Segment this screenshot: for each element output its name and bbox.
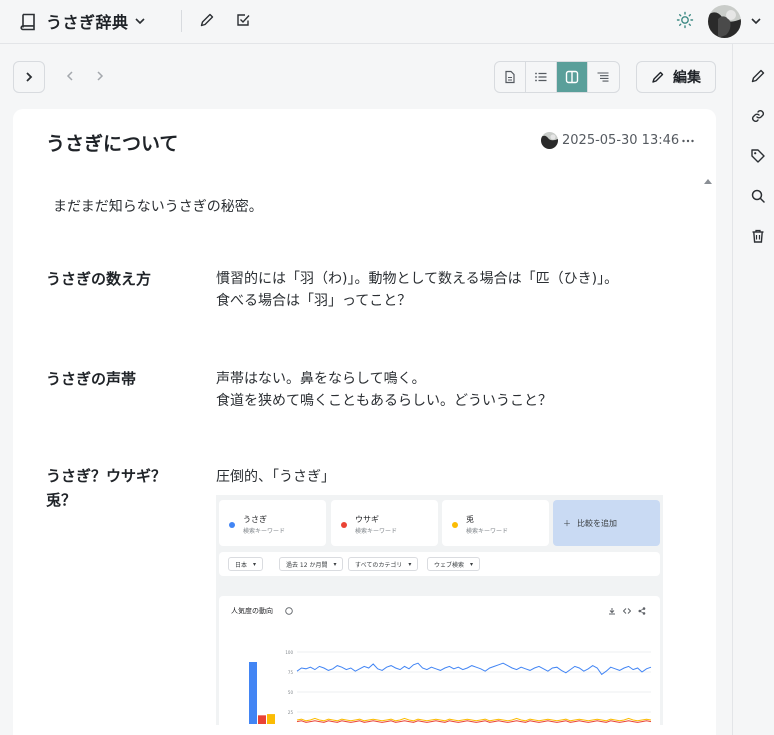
- add-comparison-label: 比較を追加: [577, 518, 617, 528]
- average-bar: [249, 662, 257, 724]
- outline-icon: [597, 72, 609, 82]
- page-title: うさぎについて: [46, 133, 179, 155]
- keyword-sub: 検索キーワード: [466, 528, 509, 535]
- chevron-down-icon[interactable]: [133, 14, 147, 28]
- split-icon: [565, 70, 579, 84]
- entry-term-line: 兎？: [46, 491, 77, 509]
- document-icon: [505, 70, 515, 84]
- page-card: うさぎについて 2025-05-30 13:46 まだまだ知らないうさぎの秘密。…: [13, 109, 716, 735]
- keyword-card: 兎 検索キーワード: [442, 500, 549, 546]
- list-icon: [535, 72, 547, 82]
- caret-down-icon: ▾: [253, 560, 257, 568]
- more-icon[interactable]: [680, 134, 696, 148]
- view-mode-group: [494, 61, 620, 93]
- keyword-name: 兎: [466, 515, 474, 524]
- entry-term: うさぎの声帯: [46, 370, 137, 388]
- filter-row: 日本 ▾ 過去 12 か月間 ▾ すべてのカテゴリ ▾ ウェブ検索 ▾: [219, 552, 660, 576]
- keyword-sub: 検索キーワード: [243, 528, 286, 535]
- average-bar: [258, 715, 266, 724]
- chevron-down-icon[interactable]: [749, 14, 763, 28]
- view-list-button[interactable]: [526, 62, 557, 92]
- trend-chart: 100 75 50 25: [249, 650, 652, 724]
- plus-icon: ＋: [563, 518, 571, 528]
- scroll-up-icon[interactable]: [703, 177, 713, 185]
- pencil-icon: [652, 71, 664, 83]
- filter-label: 過去 12 か月間: [286, 561, 328, 569]
- search-icon[interactable]: [750, 188, 766, 204]
- filter-chip: 過去 12 か月間 ▾: [279, 557, 344, 571]
- checkbox-icon[interactable]: [235, 12, 251, 28]
- y-tick-label: 100: [285, 650, 293, 655]
- entry-description: 圧倒的、「うさぎ」: [216, 466, 686, 488]
- series-line: [296, 662, 652, 676]
- keyword-card: うさぎ 検索キーワード: [219, 500, 326, 546]
- divider: [181, 10, 182, 32]
- y-tick-label: 25: [288, 710, 294, 715]
- chevron-right-icon: [26, 72, 33, 82]
- filter-label: 日本: [235, 561, 248, 569]
- keyword-sub: 検索キーワード: [355, 528, 398, 535]
- entry-description: 声帯はない。鼻をならして鳴く。 食道を狭めて鳴くこともあるらしい。どういうこと？: [216, 368, 686, 412]
- entry-line: 慣習的には「羽（わ)」。動物として数える場合は「匹（ひき)」。: [216, 271, 619, 287]
- filter-chip: すべてのカテゴリ ▾: [348, 557, 419, 571]
- caret-down-icon: ▾: [333, 560, 337, 568]
- view-outline-button[interactable]: [588, 62, 619, 92]
- view-document-button[interactable]: [495, 62, 526, 92]
- caret-down-icon: ▾: [408, 560, 412, 568]
- trends-image: うさぎ 検索キーワード ウサギ 検索キーワード 兎 検索キーワード ＋ 比較を追…: [216, 495, 663, 725]
- entry-line: 食道を狭めて鳴くこともあるらしい。どういうこと？: [216, 393, 552, 409]
- pencil-icon[interactable]: [199, 12, 215, 28]
- author-avatar: [541, 132, 558, 149]
- entry-term-line: うさぎ？ウサギ？: [46, 467, 167, 485]
- tag-icon[interactable]: [750, 148, 766, 164]
- view-split-button[interactable]: [557, 62, 588, 92]
- entry-description: 慣習的には「羽（わ)」。動物として数える場合は「匹（ひき)」。 食べる場合は「羽…: [216, 268, 686, 312]
- filter-label: すべてのカテゴリ: [355, 561, 403, 569]
- add-comparison: ＋ 比較を追加: [553, 500, 660, 546]
- y-tick-label: 50: [288, 690, 294, 695]
- expand-sidebar-button[interactable]: [13, 61, 45, 93]
- keyword-name: うさぎ: [243, 515, 267, 524]
- keyword-dot: [341, 522, 347, 528]
- app-title[interactable]: うさぎ辞典: [46, 9, 129, 33]
- chevron-left-icon[interactable]: [63, 69, 77, 83]
- edit-button[interactable]: 編集: [636, 61, 716, 93]
- pencil-icon[interactable]: [750, 68, 766, 84]
- intro-text: まだまだ知らないうさぎの秘密。: [53, 199, 263, 215]
- link-icon[interactable]: [750, 108, 766, 124]
- updated-date: 2025-05-30 13:46: [562, 133, 680, 148]
- trend-chart-card: 人気度の動向 100 75 50 25: [219, 596, 660, 725]
- keyword-dot: [452, 522, 458, 528]
- keyword-name: ウサギ: [355, 515, 379, 524]
- edit-label: 編集: [673, 70, 701, 86]
- y-tick-label: 75: [288, 670, 294, 675]
- trash-icon[interactable]: [750, 228, 766, 244]
- entry-line: 圧倒的、「うさぎ」: [216, 469, 335, 485]
- entry-term: うさぎ？ウサギ？ 兎？: [46, 464, 196, 512]
- avatar[interactable]: [708, 5, 741, 38]
- chevron-right-icon[interactable]: [93, 69, 107, 83]
- entry-line: 声帯はない。鼻をならして鳴く。: [216, 371, 426, 387]
- keyword-card: ウサギ 検索キーワード: [331, 500, 438, 546]
- caret-down-icon: ▾: [470, 560, 474, 568]
- filter-label: ウェブ検索: [434, 561, 465, 569]
- entry-line: 食べる場合は「羽」ってこと？: [216, 293, 412, 309]
- right-rail: [732, 44, 774, 735]
- filter-chip: ウェブ検索 ▾: [427, 557, 481, 571]
- sun-icon[interactable]: [676, 11, 694, 29]
- entry-term: うさぎの数え方: [46, 270, 152, 288]
- filter-chip: 日本 ▾: [228, 557, 264, 571]
- book-icon[interactable]: [20, 12, 38, 32]
- top-bar: うさぎ辞典: [0, 0, 774, 44]
- keyword-dot: [229, 522, 235, 528]
- average-bar: [267, 714, 275, 724]
